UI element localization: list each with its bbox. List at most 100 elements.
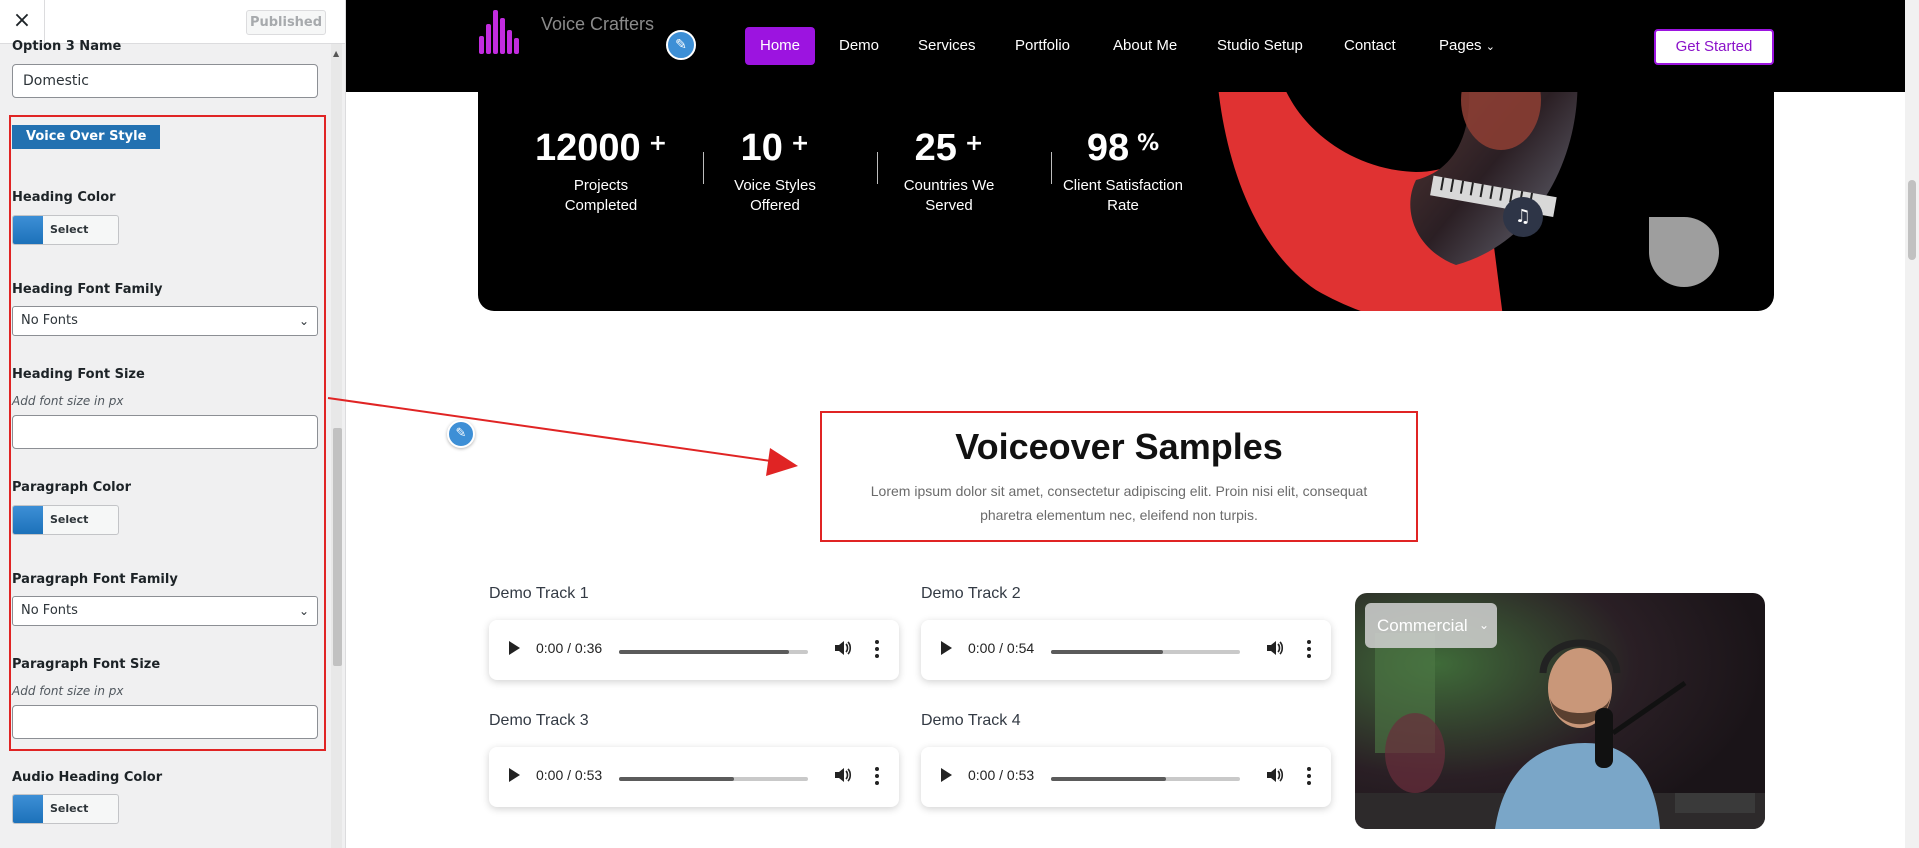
preview-scrollbar[interactable] [1905,0,1919,848]
nav-item-about[interactable]: About Me [1113,27,1177,65]
chevron-down-icon: ⌄ [298,604,309,618]
voice-style-value: Commercial [1377,616,1468,635]
music-note-icon[interactable]: ♫ [1503,197,1543,237]
nav-item-pages[interactable]: Pages ⌄ [1439,27,1495,65]
chevron-down-icon: ⌄ [1485,41,1495,53]
stat-suffix: + [648,131,668,156]
paragraph-font-family-label: Paragraph Font Family [12,572,178,587]
stat-value: 10 [740,127,783,169]
heading-font-size-input[interactable] [12,415,318,449]
voice-artist-photo: Commercial ⌄ [1355,593,1765,829]
paragraph-font-family-value: No Fonts [21,603,78,618]
track-time: 0:00 / 0:54 [968,640,1035,656]
preview-scroll-thumb[interactable] [1908,180,1916,260]
seek-bar[interactable] [1051,777,1240,781]
track-title: Demo Track 4 [921,712,1021,729]
heading-color-label: Heading Color [12,190,116,205]
stat-label: Client Satisfaction Rate [1062,177,1184,214]
stat-label: Countries We Served [903,177,995,214]
paragraph-font-size-input[interactable] [12,705,318,739]
track-title: Demo Track 3 [489,712,589,729]
voice-style-select[interactable]: Commercial ⌄ [1365,603,1497,648]
paragraph-font-size-label: Paragraph Font Size [12,657,161,672]
seek-fill [619,777,735,781]
get-started-button[interactable]: Get Started [1654,29,1774,65]
pencil-icon[interactable]: ✎ [666,30,696,60]
customizer-header: × Published [0,0,345,44]
heading-font-size-label: Heading Font Size [12,367,145,382]
publish-button[interactable]: Published [246,10,326,35]
sidebar-scroll-thumb[interactable] [333,428,342,666]
stat-satisfaction: 98% Client Satisfaction Rate [1048,124,1198,216]
audio-player: 0:00 / 0:53 [921,747,1331,807]
more-vertical-icon[interactable] [875,640,879,660]
nav-item-demo[interactable]: Demo [839,27,879,65]
play-icon[interactable] [941,768,952,782]
track-time: 0:00 / 0:53 [968,767,1035,783]
nav-item-studio-setup[interactable]: Studio Setup [1217,27,1303,65]
hero-stats-section: 12000 + Projects Completed 10 + Voice Styl… [478,60,1774,311]
heading-font-size-hint: Add font size in px [12,394,124,408]
pencil-icon[interactable]: ✎ [447,420,475,448]
customizer-sidebar: × Published Option 3 Name Voice Over Sty… [0,0,346,848]
nav-item-contact[interactable]: Contact [1344,27,1396,65]
chevron-down-icon: ⌄ [298,314,309,328]
nav-item-home[interactable]: Home [745,27,816,65]
seek-bar[interactable] [1051,650,1240,654]
stat-countries: 25 + Countries We Served [874,124,1024,216]
volume-icon[interactable] [833,765,853,785]
option3-name-input[interactable] [12,64,318,98]
volume-icon[interactable] [833,638,853,658]
stat-label: Projects Completed [564,177,638,214]
heading-font-family-label: Heading Font Family [12,282,163,297]
play-icon[interactable] [509,641,520,655]
paragraph-font-size-hint: Add font size in px [12,684,124,698]
decorative-shape [1649,217,1719,287]
scroll-up-icon[interactable]: ▲ [333,49,339,58]
chevron-down-icon: ⌄ [1478,618,1489,632]
option3-label: Option 3 Name [12,39,122,54]
section-title: Voiceover Samples [955,426,1283,467]
color-swatch [13,506,43,534]
more-vertical-icon[interactable] [1307,767,1311,787]
paragraph-color-picker[interactable]: Select Color [12,505,119,535]
stat-label: Voice Styles Offered [734,177,816,214]
select-color-label: Select Color [50,513,89,526]
logo-text: Voice Crafters [541,14,655,34]
stat-voice-styles: 10 + Voice Styles Offered [700,124,850,216]
audio-player: 0:00 / 0:53 [489,747,899,807]
heading-font-family-value: No Fonts [21,313,78,328]
audio-heading-color-label: Audio Heading Color [12,770,163,785]
play-icon[interactable] [941,641,952,655]
seek-fill [1051,650,1163,654]
seek-bar[interactable] [619,650,808,654]
nav-item-portfolio[interactable]: Portfolio [1015,27,1070,65]
play-icon[interactable] [509,768,520,782]
seek-bar[interactable] [619,777,808,781]
stat-projects: 12000 + Projects Completed [526,124,676,216]
audio-heading-color-picker[interactable]: Select Color [12,794,119,824]
track-title: Demo Track 1 [489,585,589,602]
logo-icon [477,10,533,68]
section-description: Lorem ipsum dolor sit amet, consectetur … [870,483,1368,523]
stat-suffix: % [1137,131,1160,156]
track-time: 0:00 / 0:53 [536,767,603,783]
more-vertical-icon[interactable] [1307,640,1311,660]
volume-icon[interactable] [1265,638,1285,658]
nav-item-services[interactable]: Services [918,27,976,65]
select-color-label: Select Color [50,223,89,236]
site-header: Voice Crafters ✎ Home Demo Services Port… [346,0,1905,92]
close-icon[interactable]: × [0,0,45,44]
seek-fill [1051,777,1167,781]
heading-color-picker[interactable]: Select Color [12,215,119,245]
paragraph-font-family-select[interactable]: No Fonts ⌄ [12,596,318,626]
heading-font-family-select[interactable]: No Fonts ⌄ [12,306,318,336]
more-vertical-icon[interactable] [875,767,879,787]
volume-icon[interactable] [1265,765,1285,785]
color-swatch [13,795,43,823]
site-preview: 12000 + Projects Completed 10 + Voice Styl… [346,0,1919,848]
color-swatch [13,216,43,244]
stat-value: 12000 [534,127,641,169]
audio-player: 0:00 / 0:54 [921,620,1331,680]
stat-value: 25 [914,127,957,169]
